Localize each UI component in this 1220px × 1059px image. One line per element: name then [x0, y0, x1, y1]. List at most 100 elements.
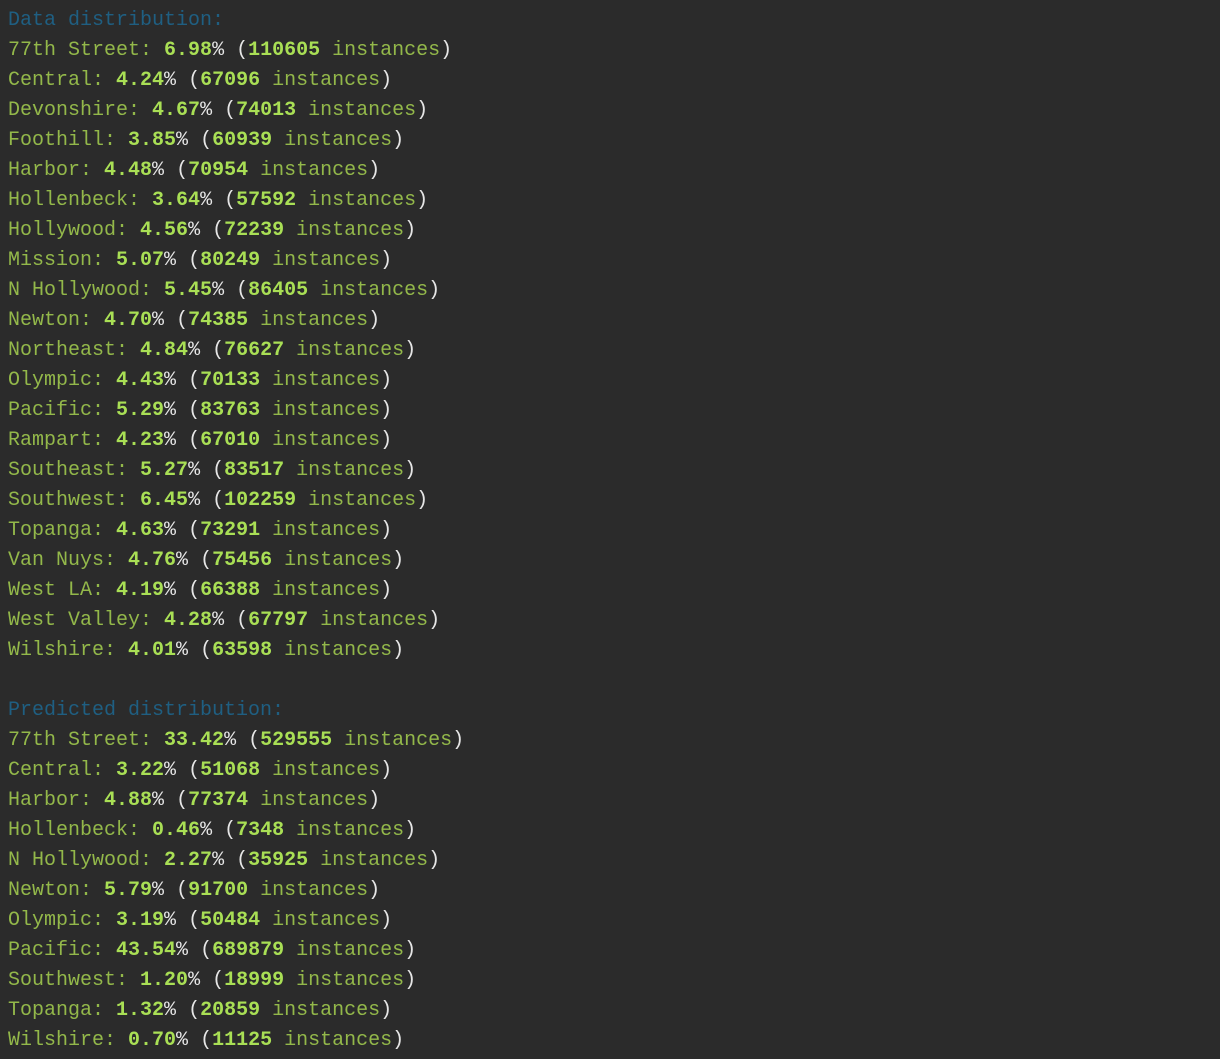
- percent-sign: %: [212, 279, 225, 302]
- district-name: Northeast: [8, 339, 117, 362]
- terminal-output: Data distribution: 77th Street: 6.98% (11…: [0, 0, 1220, 1059]
- instances-label: instances: [284, 819, 405, 842]
- district-name: Topanga: [8, 999, 93, 1022]
- close-paren: ): [392, 639, 405, 662]
- instances-label: instances: [248, 159, 369, 182]
- instances-label: instances: [296, 189, 417, 212]
- percent-value: 4.48: [104, 159, 153, 182]
- instance-count: 74013: [236, 99, 297, 122]
- percent-value: 4.01: [128, 639, 177, 662]
- instance-count: 11125: [212, 1029, 273, 1052]
- close-paren: ): [404, 219, 417, 242]
- distribution-row: Northeast: 4.84% (76627 instances): [8, 336, 1220, 366]
- percent-value: 1.20: [140, 969, 189, 992]
- instances-label: instances: [284, 459, 405, 482]
- percent-sign: %: [212, 39, 225, 62]
- instance-count: 50484: [200, 909, 261, 932]
- instance-count: 60939: [212, 129, 273, 152]
- distribution-row: 77th Street: 6.98% (110605 instances): [8, 36, 1220, 66]
- percent-sign: %: [188, 219, 201, 242]
- close-paren: ): [416, 189, 429, 212]
- percent-value: 3.64: [152, 189, 201, 212]
- instance-count: 74385: [188, 309, 249, 332]
- district-name: Newton: [8, 879, 81, 902]
- distribution-row: N Hollywood: 2.27% (35925 instances): [8, 846, 1220, 876]
- distribution-row: Van Nuys: 4.76% (75456 instances): [8, 546, 1220, 576]
- separator: :: [92, 999, 117, 1022]
- close-paren: ): [392, 1029, 405, 1052]
- separator: :: [140, 729, 165, 752]
- percent-sign: %: [164, 69, 177, 92]
- instance-count: 18999: [224, 969, 285, 992]
- separator: :: [92, 69, 117, 92]
- open-paren: (: [212, 99, 237, 122]
- district-name: Foothill: [8, 129, 105, 152]
- percent-sign: %: [176, 939, 189, 962]
- open-paren: (: [224, 39, 249, 62]
- distribution-row: Hollenbeck: 3.64% (57592 instances): [8, 186, 1220, 216]
- separator: :: [128, 819, 153, 842]
- data-distribution-heading: Data distribution:: [8, 9, 225, 32]
- percent-value: 1.32: [116, 999, 165, 1022]
- open-paren: (: [164, 879, 189, 902]
- separator: :: [140, 39, 165, 62]
- district-name: Harbor: [8, 789, 81, 812]
- predicted-distribution-heading: Predicted distribution:: [8, 699, 285, 722]
- district-name: Central: [8, 69, 93, 92]
- open-paren: (: [176, 399, 201, 422]
- close-paren: ): [416, 99, 429, 122]
- close-paren: ): [404, 459, 417, 482]
- distribution-row: Topanga: 1.32% (20859 instances): [8, 996, 1220, 1026]
- close-paren: ): [368, 159, 381, 182]
- percent-sign: %: [200, 819, 213, 842]
- separator: :: [104, 549, 129, 572]
- percent-value: 4.88: [104, 789, 153, 812]
- instances-label: instances: [272, 639, 393, 662]
- separator: :: [92, 399, 117, 422]
- district-name: Devonshire: [8, 99, 129, 122]
- distribution-row: Harbor: 4.48% (70954 instances): [8, 156, 1220, 186]
- instances-label: instances: [296, 489, 417, 512]
- close-paren: ): [380, 999, 393, 1022]
- percent-value: 4.19: [116, 579, 165, 602]
- open-paren: (: [164, 309, 189, 332]
- instance-count: 75456: [212, 549, 273, 572]
- separator: :: [140, 279, 165, 302]
- distribution-row: Central: 3.22% (51068 instances): [8, 756, 1220, 786]
- distribution-row: Pacific: 5.29% (83763 instances): [8, 396, 1220, 426]
- percent-sign: %: [176, 639, 189, 662]
- open-paren: (: [176, 759, 201, 782]
- instance-count: 80249: [200, 249, 261, 272]
- district-name: Harbor: [8, 159, 81, 182]
- instances-label: instances: [272, 129, 393, 152]
- percent-sign: %: [164, 909, 177, 932]
- instances-label: instances: [260, 519, 381, 542]
- percent-sign: %: [164, 249, 177, 272]
- percent-value: 6.98: [164, 39, 213, 62]
- instances-label: instances: [260, 759, 381, 782]
- instances-label: instances: [272, 549, 393, 572]
- separator: :: [92, 519, 117, 542]
- close-paren: ): [380, 249, 393, 272]
- instances-label: instances: [260, 369, 381, 392]
- instances-label: instances: [248, 879, 369, 902]
- instances-label: instances: [260, 399, 381, 422]
- instance-count: 83763: [200, 399, 261, 422]
- percent-value: 4.84: [140, 339, 189, 362]
- open-paren: (: [176, 69, 201, 92]
- district-name: Southwest: [8, 489, 117, 512]
- open-paren: (: [200, 489, 225, 512]
- district-name: N Hollywood: [8, 279, 141, 302]
- separator: :: [140, 849, 165, 872]
- instance-count: 77374: [188, 789, 249, 812]
- district-name: Wilshire: [8, 639, 105, 662]
- open-paren: (: [176, 909, 201, 932]
- district-name: Pacific: [8, 939, 93, 962]
- distribution-row: N Hollywood: 5.45% (86405 instances): [8, 276, 1220, 306]
- distribution-row: Southwest: 1.20% (18999 instances): [8, 966, 1220, 996]
- close-paren: ): [380, 759, 393, 782]
- instance-count: 76627: [224, 339, 285, 362]
- district-name: Central: [8, 759, 93, 782]
- distribution-row: Southwest: 6.45% (102259 instances): [8, 486, 1220, 516]
- instance-count: 72239: [224, 219, 285, 242]
